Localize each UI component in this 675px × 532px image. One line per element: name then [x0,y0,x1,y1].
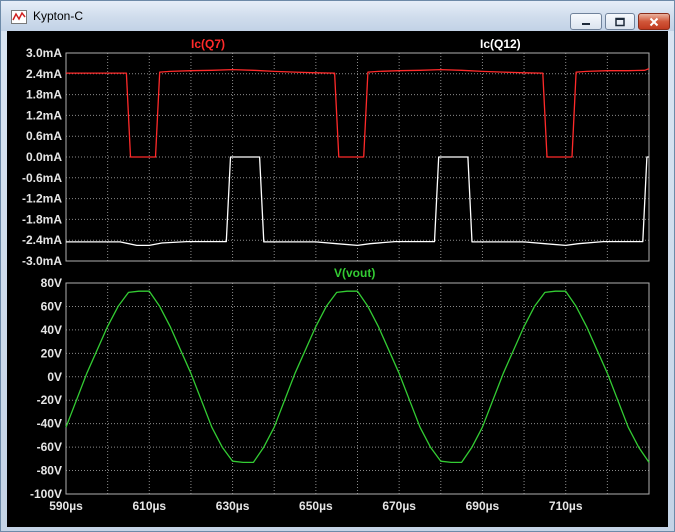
plot-canvas[interactable]: 3.0mA 2.4mA 1.8mA 1.2mA 0.6mA 0.0mA -0.6mA -1.2… [7,31,668,527]
y-tick-label: 0.6mA [26,129,62,143]
y-tick-label: 1.8mA [26,88,62,102]
voltage-pane-grid [66,282,649,495]
y-tick-label: -1.2mA [22,192,62,206]
time-x-axis: 590µs 610µs 630µs 650µs 670µs 690µs 710µs [49,499,583,513]
trace-label-ic-q12[interactable]: Ic(Q12) [480,37,521,51]
trace-label-ic-q7[interactable]: Ic(Q7) [191,37,225,51]
waveform-icon [11,10,27,24]
minimize-button[interactable] [570,13,602,30]
y-tick-label: 60V [41,299,62,313]
y-tick-label: 20V [41,346,62,360]
x-tick-label: 610µs [132,499,166,513]
title-bar[interactable]: Kypton-C [1,1,674,31]
x-tick-label: 630µs [216,499,250,513]
y-tick-label: 0.0mA [26,150,62,164]
voltage-y-axis: 80V60V40V20V0V-20V-40V-60V-80V-100V [30,276,62,501]
x-tick-label: 650µs [299,499,333,513]
x-tick-label: 710µs [549,499,583,513]
y-tick-label: -60V [37,440,62,454]
y-tick-label: 2.4mA [26,67,62,81]
trace-label-v-vout[interactable]: V(vout) [334,266,375,280]
y-tick-label: -40V [37,417,62,431]
y-tick-label: -80V [37,464,62,478]
y-tick-label: 80V [41,276,62,290]
current-y-axis: 3.0mA 2.4mA 1.8mA 1.2mA 0.6mA 0.0mA -0.6mA -1.2… [22,46,62,268]
close-button[interactable] [638,13,670,30]
minimize-icon [582,22,590,25]
current-pane: 3.0mA 2.4mA 1.8mA 1.2mA 0.6mA 0.0mA -0.6mA -1.2… [22,37,650,268]
y-tick-label: -2.4mA [22,233,62,247]
x-tick-label: 690µs [466,499,500,513]
y-tick-label: -1.8mA [22,212,62,226]
y-tick-label: 3.0mA [26,46,62,60]
maximize-icon [615,17,625,26]
waveform-viewer-window: Kypton-C 3.0mA 2.4mA 1.8mA 1.2mA 0.6mA 0.0mA [0,0,675,532]
y-tick-label: 0V [47,370,62,384]
window-title: Kypton-C [33,9,84,23]
x-tick-label: 590µs [49,499,83,513]
x-tick-label: 670µs [382,499,416,513]
y-tick-label: 40V [41,323,62,337]
voltage-pane: 80V60V40V20V0V-20V-40V-60V-80V-100V 590µ… [30,266,650,513]
y-tick-label: -0.6mA [22,171,62,185]
close-icon [649,17,659,26]
plot-area[interactable]: 3.0mA 2.4mA 1.8mA 1.2mA 0.6mA 0.0mA -0.6mA -1.2… [7,31,668,527]
y-tick-label: -3.0mA [22,254,62,268]
maximize-button[interactable] [605,13,635,30]
y-tick-label: -20V [37,393,62,407]
y-tick-label: 1.2mA [26,108,62,122]
